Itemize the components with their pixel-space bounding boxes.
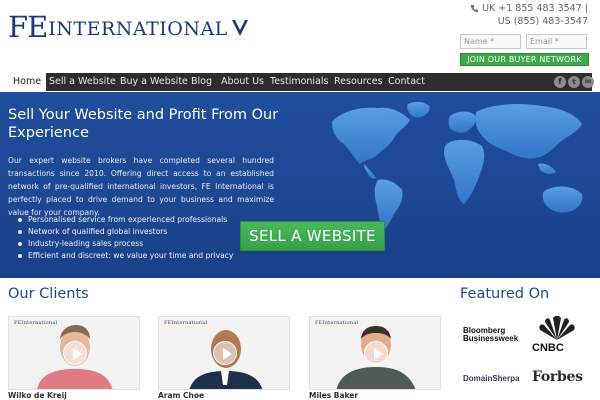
video-logo: FEInternational [14,320,58,326]
phone-numbers: UK +1 855 483 3547 | US (855) 483-3547 [470,2,588,28]
client-name: Aram Choe [158,391,205,400]
fe-international-logo[interactable]: FE INTERNATIONAL [8,10,249,42]
client-name: Wilko de Kreij [8,391,67,400]
video-logo: FEInternational [315,320,359,326]
bloomberg-line2: Businessweek [463,334,519,343]
cnbc-peacock-icon [539,316,575,340]
client-video-wilko[interactable]: FEInternational [8,316,140,390]
hero-bullet: Industry-leading sales process [16,238,233,250]
hero-title: Sell Your Website and Profit From Our Ex… [8,107,279,141]
hero-banner: Sell Your Website and Profit From Our Ex… [0,92,600,278]
hero-bullet: Network of qualified global investors [16,226,233,238]
linkedin-icon[interactable]: in [582,76,594,88]
video-logo: FEInternational [164,320,208,326]
join-buyer-network-button[interactable]: JOIN OUR BUYER NETWORK [460,53,589,66]
nav-item-resources[interactable]: Resources [329,73,388,91]
nav-item-about-us[interactable]: About Us [216,73,269,91]
nav-item-sell-a-website[interactable]: Sell a Website [44,73,121,91]
facebook-icon[interactable]: f [554,76,566,88]
main-nav: Home Sell a Website Buy a Website Blog A… [8,73,594,91]
client-video-miles[interactable]: FEInternational [309,316,441,390]
nav-item-blog[interactable]: Blog [186,73,217,91]
phone-icon [470,4,479,13]
world-map-image [332,101,583,232]
hero-description: Our expert website brokers have complete… [8,156,274,217]
site-header: FE INTERNATIONAL UK +1 855 483 3547 | US… [0,0,600,72]
nav-item-contact[interactable]: Contact [383,73,430,91]
client-name: Miles Baker [309,391,359,400]
play-icon[interactable] [63,341,87,365]
nav-item-buy-a-website[interactable]: Buy a Website [115,73,193,91]
bloomberg-businessweek-logo[interactable]: Bloomberg Businessweek [463,327,518,343]
logo-international: INTERNATIONAL [48,18,228,40]
hero-bullet-list: Personalised service from experienced pr… [16,214,233,262]
play-icon[interactable] [213,341,237,365]
nav-item-home[interactable]: Home [8,73,47,91]
featured-on-title: Featured On [460,286,550,302]
forbes-logo[interactable]: Forbes [532,369,583,385]
play-icon[interactable] [364,341,388,365]
hero-bullet: Personalised service from experienced pr… [16,214,233,226]
cnbc-logo[interactable]: CNBC [532,342,564,354]
domainsherpa-wordmark: DomainSherpa [463,374,520,383]
twitter-icon[interactable]: t [568,76,580,88]
phone-us[interactable]: US (855) 483-3547 [470,15,588,28]
name-field[interactable]: Name * [460,34,521,49]
phone-uk[interactable]: UK +1 855 483 3547 | [482,2,588,15]
email-field[interactable]: Email * [526,34,587,49]
domainsherpa-logo[interactable]: DomainSherpa [463,374,519,383]
chevron-mark-icon [231,20,248,36]
hero-bullet: Efficient and discreet: we value your ti… [16,250,233,262]
client-video-aram[interactable]: FEInternational [158,316,290,390]
sell-a-website-button[interactable]: SELL A WEBSITE [240,221,385,251]
logo-fe: FE [8,10,48,44]
our-clients-title: Our Clients [8,286,89,302]
nav-item-testimonials[interactable]: Testimonials [265,73,333,91]
